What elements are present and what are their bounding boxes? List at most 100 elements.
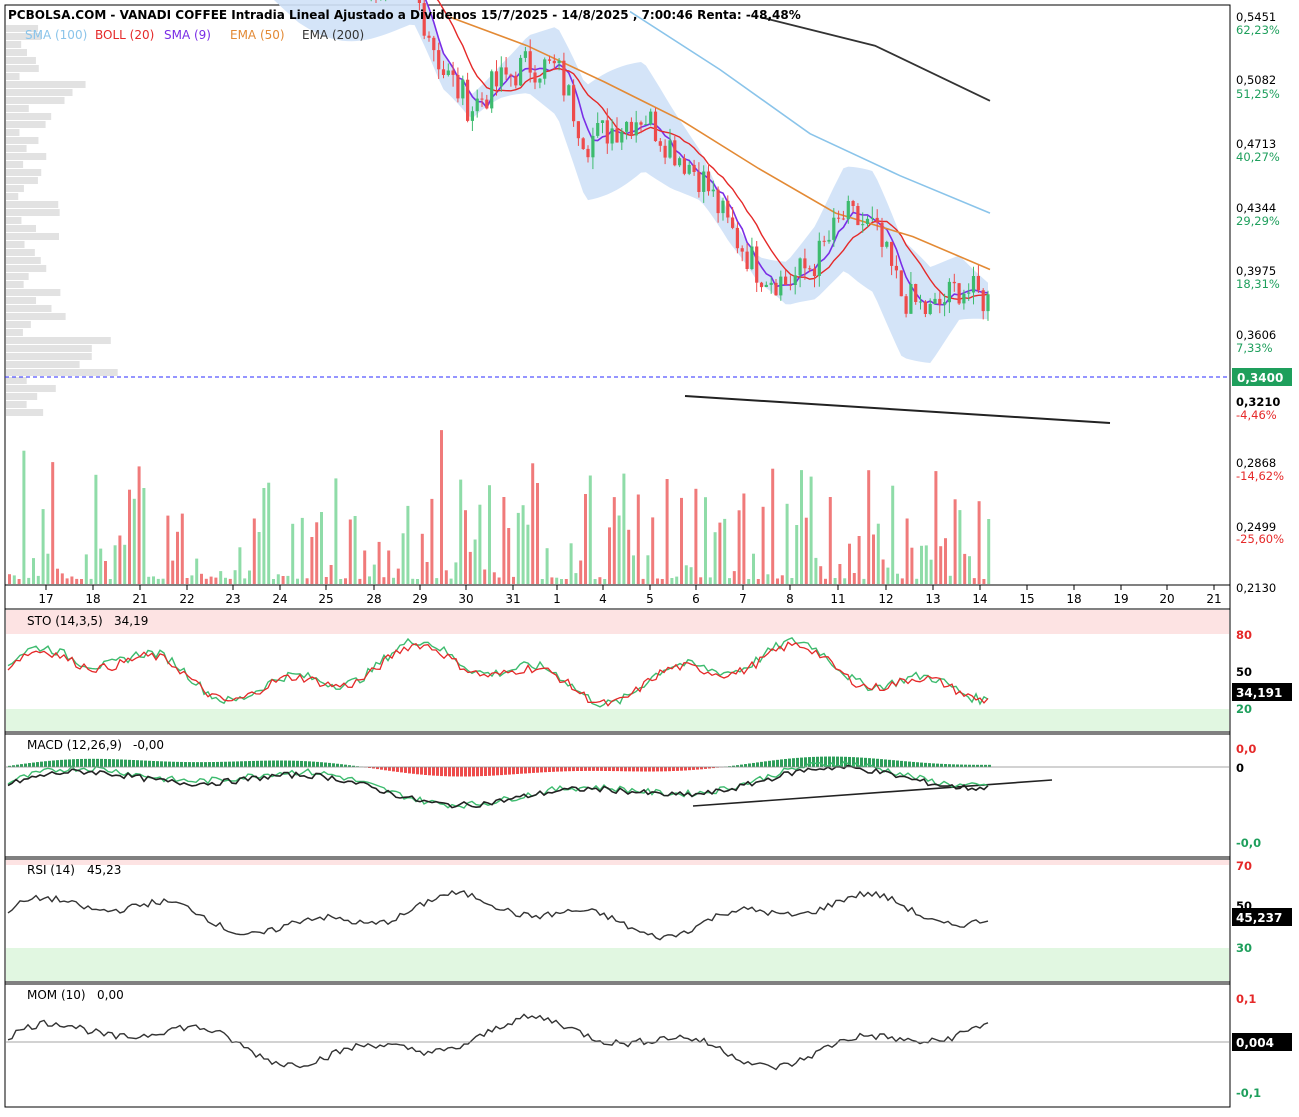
macd-tick-zero: 0 — [1236, 761, 1244, 775]
profile-bar — [6, 225, 36, 232]
volume-bar — [867, 470, 870, 584]
volume-bar — [944, 538, 947, 584]
volume-bar — [397, 569, 400, 584]
candle-body — [880, 223, 883, 247]
profile-bar — [6, 345, 92, 352]
volume-bar — [363, 551, 366, 585]
macd-histogram-bar — [936, 764, 939, 767]
profile-bar — [6, 401, 27, 408]
candle-body — [866, 219, 869, 224]
macd-histogram-bar — [944, 764, 947, 767]
candle-body — [577, 121, 580, 138]
date-label: 21 — [1206, 592, 1221, 606]
volume-bar — [512, 577, 515, 584]
volume-bar — [781, 575, 784, 584]
macd-histogram-bar — [628, 767, 631, 771]
profile-bar — [6, 281, 24, 288]
profile-bar — [6, 137, 38, 144]
sto-overbought-band — [6, 610, 1229, 634]
rsi-title: RSI (14) — [27, 863, 75, 877]
candle-body — [500, 67, 503, 86]
macd-histogram-bar — [40, 762, 43, 767]
macd-histogram-bar — [64, 760, 67, 767]
volume-bar — [147, 577, 150, 584]
volume-bar — [651, 517, 654, 584]
mom-tick-bottom: -0,1 — [1236, 1086, 1261, 1100]
macd-histogram-bar — [464, 767, 467, 777]
candle-body — [432, 38, 435, 50]
candle-body — [861, 224, 864, 225]
date-label: 20 — [1159, 592, 1174, 606]
macd-histogram-bar — [156, 761, 159, 767]
candle-body — [591, 136, 594, 157]
macd-histogram-bar — [564, 767, 567, 771]
macd-histogram-bar — [52, 760, 55, 767]
candle-body — [842, 219, 845, 220]
volume-bar — [824, 579, 827, 584]
macd-histogram-bar — [880, 759, 883, 767]
volume-bar — [392, 578, 395, 584]
macd-histogram-bar — [224, 762, 227, 767]
volume-bar — [118, 536, 121, 585]
candle-body — [664, 146, 667, 158]
price-axis: 0,5451 62,23% 0,5082 51,25% 0,4713 40,27… — [1232, 10, 1292, 595]
candle-body — [784, 277, 787, 285]
macd-histogram-bar — [660, 767, 663, 771]
volume-bar — [656, 579, 659, 585]
candle-body — [471, 111, 474, 121]
volume-bar — [522, 505, 525, 584]
macd-histogram-bar — [664, 767, 667, 771]
candle-body — [558, 61, 561, 63]
sto-tick-20: 20 — [1236, 702, 1252, 716]
volume-bar — [99, 549, 102, 584]
macd-histogram-bar — [592, 767, 595, 771]
macd-histogram-bar — [196, 762, 199, 767]
macd-histogram-bar — [904, 761, 907, 767]
macd-histogram-bar — [272, 761, 275, 767]
volume-bar — [757, 579, 760, 584]
date-label: 13 — [925, 592, 940, 606]
macd-histogram-bar — [380, 767, 383, 770]
macd-histogram-bar — [560, 767, 563, 772]
candle-body — [529, 51, 532, 72]
macd-histogram-bar — [404, 767, 407, 773]
macd-histogram-bar — [772, 760, 775, 767]
macd-histogram-bar — [460, 767, 463, 777]
candle-body — [770, 283, 773, 285]
macd-histogram-bar — [432, 767, 435, 776]
volume-bar — [795, 525, 798, 584]
mom-value-box-text: 0,004 — [1236, 1036, 1274, 1050]
macd-histogram-bar — [476, 767, 479, 776]
macd-histogram-bar — [160, 761, 163, 767]
macd-histogram-bar — [428, 767, 431, 775]
date-label: 7 — [739, 592, 747, 606]
chart-title: PCBOLSA.COM - VANADI COFFEE Intradia Lin… — [8, 8, 801, 22]
volume-bar — [891, 486, 894, 584]
price-tick: 0,2868 — [1236, 456, 1276, 470]
volume-bar — [483, 570, 486, 585]
macd-histogram-bar — [888, 760, 891, 767]
volume-bar — [109, 579, 112, 584]
macd-histogram-bar — [784, 759, 787, 767]
candle-body — [447, 71, 450, 76]
candle-body — [548, 59, 551, 60]
pct-tick: -4,46% — [1236, 408, 1277, 422]
macd-histogram-bar — [624, 767, 627, 771]
price-tick: 0,3975 — [1236, 264, 1276, 278]
candle-body — [461, 80, 464, 99]
macd-histogram-bar — [676, 767, 679, 771]
volume-bar — [354, 516, 357, 584]
volume-bar — [181, 514, 184, 584]
candle-body — [553, 61, 556, 63]
volume-bar — [85, 554, 88, 584]
pct-tick: -25,60% — [1236, 532, 1284, 546]
profile-bar — [6, 297, 36, 304]
macd-histogram-bar — [908, 762, 911, 767]
volume-bar — [608, 527, 611, 584]
volume-bar — [896, 574, 899, 584]
date-label: 29 — [412, 592, 427, 606]
candle-body — [533, 73, 536, 83]
macd-histogram-bar — [44, 761, 47, 767]
macd-histogram-bar — [752, 763, 755, 767]
volume-bar — [104, 561, 107, 584]
